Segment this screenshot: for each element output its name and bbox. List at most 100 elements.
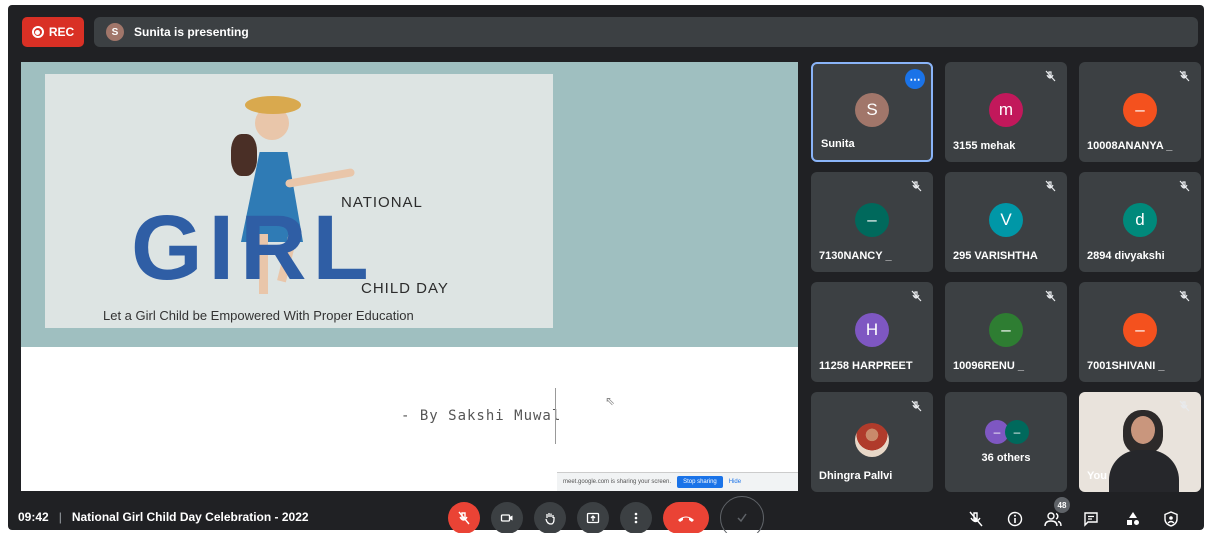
- slide-background: NATIONAL GIRL CHILD DAY Let a Girl Child…: [21, 62, 798, 347]
- check-icon: [737, 513, 747, 523]
- rec-label: REC: [48, 25, 75, 39]
- mic-off-icon: [1179, 180, 1190, 192]
- mic-off-icon: [969, 511, 983, 527]
- participant-tile[interactable]: Dhingra Pallvi: [811, 392, 933, 492]
- poster-girl-text: GIRL: [131, 197, 375, 299]
- avatar: H: [855, 313, 889, 347]
- girl-illustration-hat: [245, 96, 301, 114]
- participant-name: You: [1087, 470, 1107, 482]
- people-icon: [1044, 512, 1062, 527]
- meeting-title: National Girl Child Day Celebration - 20…: [71, 510, 309, 524]
- participant-name: 10096RENU _: [953, 360, 1024, 372]
- hide-link[interactable]: Hide: [729, 479, 741, 485]
- hangup-icon: [678, 516, 694, 522]
- mic-toggle-button[interactable]: [448, 502, 480, 533]
- participant-tile[interactable]: d 2894 divyakshi: [1079, 172, 1201, 272]
- participant-tile[interactable]: – 7001SHIVANI _: [1079, 282, 1201, 382]
- stop-sharing-button[interactable]: Stop sharing: [677, 476, 723, 488]
- mic-off-icon: [458, 511, 470, 525]
- mic-off-icon: [1045, 70, 1056, 82]
- sharing-notice-text: meet.google.com is sharing your screen.: [563, 479, 672, 485]
- self-video-body: [1109, 450, 1179, 492]
- recording-badge: REC: [22, 17, 84, 47]
- girl-illustration-hair: [231, 134, 257, 176]
- participant-tile[interactable]: m 3155 mehak: [945, 62, 1067, 162]
- people-count-badge: 48: [1054, 497, 1070, 513]
- participant-name: 7130NANCY _: [819, 250, 892, 262]
- mic-off-icon: [911, 400, 922, 412]
- more-options-button[interactable]: [620, 502, 652, 533]
- mic-off-icon: [1179, 70, 1190, 82]
- participant-name: Sunita: [821, 138, 855, 150]
- record-icon: [31, 26, 44, 38]
- participant-name: Dhingra Pallvi: [819, 470, 893, 482]
- check-button[interactable]: [720, 496, 764, 533]
- participant-name: 295 VARISHTHA: [953, 250, 1038, 262]
- slide-byline: - By Sakshi Muwal: [401, 408, 562, 424]
- participant-name: 3155 mehak: [953, 140, 1016, 152]
- participant-name: 11258 HARPREET: [819, 360, 913, 372]
- mic-off-icon: [1045, 290, 1056, 302]
- participant-name: 10008ANANYA _: [1087, 140, 1173, 152]
- avatar: V: [989, 203, 1023, 237]
- participant-tile[interactable]: V 295 VARISHTHA: [945, 172, 1067, 272]
- poster-tagline: Let a Girl Child be Empowered With Prope…: [103, 308, 414, 323]
- mic-off-icon: [911, 180, 922, 192]
- shared-screen: NATIONAL GIRL CHILD DAY Let a Girl Child…: [21, 62, 798, 491]
- chat-icon: [1084, 512, 1098, 527]
- avatar: [855, 423, 889, 457]
- avatar: d: [1123, 203, 1157, 237]
- camera-toggle-button[interactable]: [491, 502, 523, 533]
- camera-icon: [500, 514, 513, 522]
- participant-name: 2894 divyakshi: [1087, 250, 1165, 262]
- avatar: m: [989, 93, 1023, 127]
- avatar: S: [855, 93, 889, 128]
- raise-hand-button[interactable]: [534, 502, 566, 533]
- clock-time: 09:42: [18, 510, 49, 524]
- avatar: –: [1005, 420, 1029, 444]
- separator: |: [58, 510, 62, 524]
- presenting-banner: S Sunita is presenting: [94, 17, 1198, 47]
- mic-off-icon: [1179, 400, 1190, 412]
- mute-all-button[interactable]: [967, 510, 985, 528]
- avatar: –: [855, 203, 889, 237]
- participant-tile[interactable]: – 7130NANCY _: [811, 172, 933, 272]
- participant-tile[interactable]: ⋯ S Sunita: [811, 62, 933, 162]
- mic-off-icon: [1045, 180, 1056, 192]
- participant-tile[interactable]: – 10096RENU _: [945, 282, 1067, 382]
- leave-call-button[interactable]: [663, 502, 709, 533]
- participant-name: 7001SHIVANI _: [1087, 360, 1165, 372]
- girl-illustration-arm: [284, 167, 356, 189]
- mouse-cursor-icon: ⇖: [605, 394, 616, 408]
- self-view-tile[interactable]: You: [1079, 392, 1201, 492]
- sharing-notice-bar: meet.google.com is sharing your screen. …: [557, 472, 798, 491]
- participant-tile[interactable]: H 11258 HARPREET: [811, 282, 933, 382]
- participant-tile[interactable]: – 10008ANANYA _: [1079, 62, 1201, 162]
- host-controls-icon: [1164, 511, 1178, 527]
- others-count: 36 others: [981, 452, 1031, 464]
- activities-icon: [1127, 512, 1139, 525]
- meeting-details-button[interactable]: [1006, 510, 1024, 528]
- more-vert-icon: [634, 512, 638, 524]
- mic-off-icon: [911, 290, 922, 302]
- info-icon: [1007, 511, 1023, 527]
- slide-divider: [555, 388, 556, 444]
- mic-off-icon: [1179, 290, 1190, 302]
- chat-button[interactable]: [1082, 510, 1100, 528]
- activities-button[interactable]: [1124, 510, 1142, 528]
- avatar: –: [1123, 313, 1157, 347]
- presenting-text: Sunita is presenting: [134, 25, 249, 39]
- present-button[interactable]: [577, 502, 609, 533]
- others-tile[interactable]: – – 36 others: [945, 392, 1067, 492]
- more-options-icon[interactable]: ⋯: [905, 69, 925, 89]
- presenter-avatar: S: [106, 23, 124, 41]
- host-controls-button[interactable]: [1162, 510, 1180, 528]
- avatar: –: [989, 313, 1023, 347]
- self-video-face: [1131, 416, 1155, 444]
- poster-image: NATIONAL GIRL CHILD DAY Let a Girl Child…: [45, 74, 553, 328]
- avatar: –: [1123, 93, 1157, 127]
- raise-hand-icon: [545, 513, 555, 525]
- meeting-info: 09:42 | National Girl Child Day Celebrat…: [18, 510, 309, 524]
- poster-child-day-text: CHILD DAY: [361, 280, 449, 297]
- meet-window: REC S Sunita is presenting NATIONAL GIRL…: [8, 5, 1204, 530]
